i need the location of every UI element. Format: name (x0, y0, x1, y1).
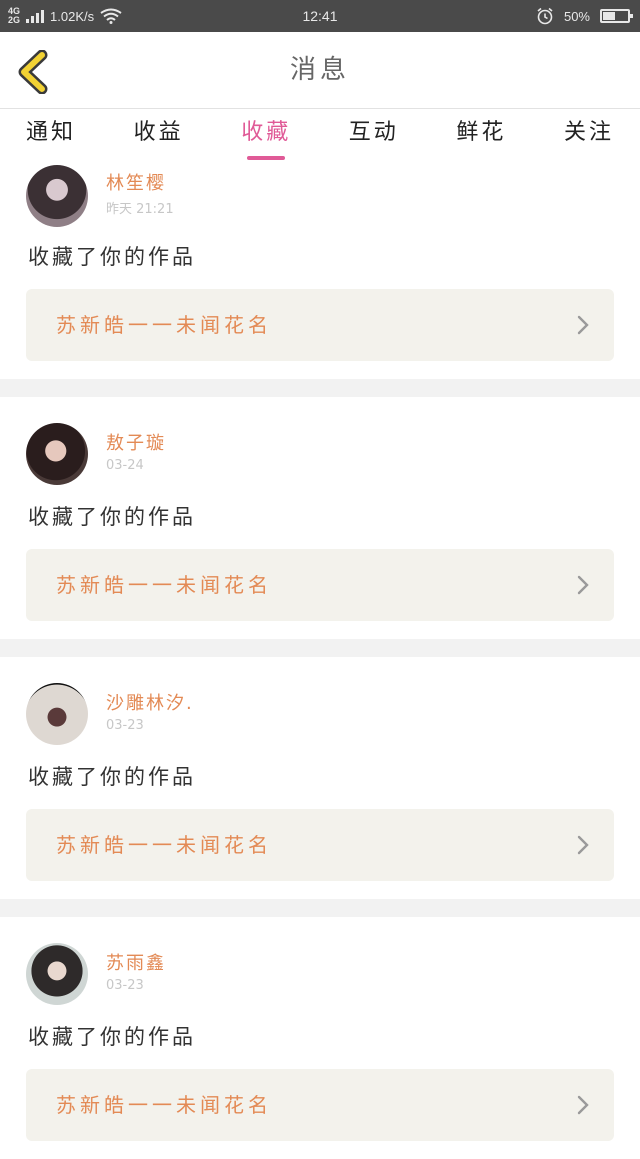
username[interactable]: 林笙樱 (106, 169, 166, 195)
divider (0, 639, 640, 657)
chevron-right-icon (577, 1095, 589, 1115)
battery-percent: 50% (563, 8, 590, 24)
avatar[interactable] (26, 423, 88, 485)
work-title: 苏新皓一一未闻花名 (56, 1093, 272, 1117)
timestamp: 03-23 (106, 718, 144, 733)
action-text: 收藏了你的作品 (28, 765, 196, 789)
avatar[interactable] (26, 683, 88, 745)
chevron-right-icon (577, 575, 589, 595)
tab-earnings[interactable]: 收益 (134, 109, 184, 161)
action-text: 收藏了你的作品 (28, 505, 196, 529)
username[interactable]: 沙雕林汐. (106, 689, 194, 715)
list-item: 沙雕林汐. 03-23 收藏了你的作品 苏新皓一一未闻花名 (0, 657, 640, 899)
work-title: 苏新皓一一未闻花名 (56, 313, 272, 337)
list-item: 林笙樱 昨天 21:21 收藏了你的作品 苏新皓一一未闻花名 (0, 161, 640, 379)
list-item: 敖子璇 03-24 收藏了你的作品 苏新皓一一未闻花名 (0, 397, 640, 639)
divider (0, 379, 640, 397)
username[interactable]: 敖子璇 (106, 429, 166, 455)
tab-notifications[interactable]: 通知 (26, 109, 76, 161)
timestamp: 03-23 (106, 978, 144, 993)
tab-following[interactable]: 关注 (564, 109, 614, 161)
work-link[interactable]: 苏新皓一一未闻花名 (26, 1069, 614, 1141)
list-item: 苏雨鑫 03-23 收藏了你的作品 苏新皓一一未闻花名 (0, 917, 640, 1159)
battery-icon (600, 9, 633, 23)
work-link[interactable]: 苏新皓一一未闻花名 (26, 549, 614, 621)
alarm-icon (537, 7, 553, 25)
timestamp: 03-24 (106, 458, 144, 473)
status-right: 50% (536, 0, 633, 32)
avatar[interactable] (26, 943, 88, 1005)
action-text: 收藏了你的作品 (28, 245, 196, 269)
tab-bar: 通知 收益 收藏 互动 鲜花 关注 (0, 109, 640, 161)
timestamp: 昨天 21:21 (106, 202, 174, 217)
username[interactable]: 苏雨鑫 (106, 949, 166, 975)
work-link[interactable]: 苏新皓一一未闻花名 (26, 809, 614, 881)
work-title: 苏新皓一一未闻花名 (56, 573, 272, 597)
avatar[interactable] (26, 165, 88, 227)
status-bar: 4G 2G 1.02K/s 12:41 50% (0, 0, 640, 32)
action-text: 收藏了你的作品 (28, 1025, 196, 1049)
tab-interactions[interactable]: 互动 (349, 109, 399, 161)
tab-flowers[interactable]: 鲜花 (456, 109, 506, 161)
page-title: 消息 (289, 55, 350, 85)
work-title: 苏新皓一一未闻花名 (56, 833, 272, 857)
header: 消息 (0, 32, 640, 109)
chevron-right-icon (577, 315, 589, 335)
chevron-right-icon (577, 835, 589, 855)
tab-favorites[interactable]: 收藏 (241, 109, 291, 161)
message-list: 林笙樱 昨天 21:21 收藏了你的作品 苏新皓一一未闻花名 敖子璇 03-24… (0, 161, 640, 1159)
work-link[interactable]: 苏新皓一一未闻花名 (26, 289, 614, 361)
divider (0, 899, 640, 917)
